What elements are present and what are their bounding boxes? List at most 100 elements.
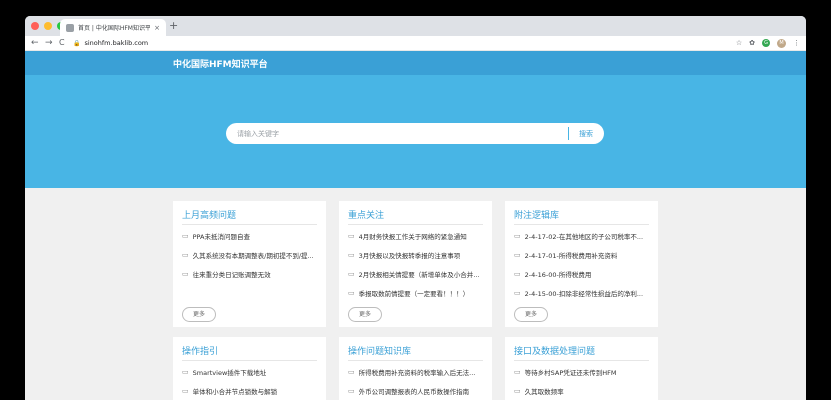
list-item[interactable]: ▭ 久其系统没有本期调整表/期初提不到/提... (182, 249, 317, 261)
site-title[interactable]: 中化国际HFM知识平台 (173, 57, 268, 70)
back-icon[interactable]: ← (31, 37, 39, 49)
grammarly-extension-icon[interactable]: G (762, 39, 770, 47)
folder-icon: ▭ (182, 232, 189, 240)
card-operation-guide: 操作指引 ▭ Smartview插件下载地址 ▭ 单体和小合并节点锁数与解锁 (173, 337, 326, 400)
folder-icon: ▭ (514, 387, 521, 395)
more-button[interactable]: 更多 (182, 307, 216, 322)
item-text[interactable]: 外币公司调整报表的人民币数操作指南 (359, 386, 470, 396)
search-divider (568, 127, 569, 140)
item-text[interactable]: 2-4-15-00-扣除非经常性损益后的净利... (525, 288, 643, 298)
folder-icon: ▭ (182, 368, 189, 376)
list-item[interactable]: ▭ 单体和小合并节点锁数与解锁 (182, 385, 317, 397)
folder-icon: ▭ (182, 387, 189, 395)
list-item[interactable]: ▭ 4月财务快报工作关于网络的紧急通知 (348, 230, 483, 242)
card-divider (514, 360, 649, 361)
minimize-window-button[interactable] (44, 22, 52, 30)
folder-icon: ▭ (182, 251, 189, 259)
folder-icon: ▭ (348, 368, 355, 376)
card-title[interactable]: 操作指引 (182, 344, 218, 357)
browser-window: 首页 | 中化国际HFM知识平台 × + ← → C 🔒 sinohfm.bak… (25, 16, 806, 400)
folder-icon: ▭ (514, 232, 521, 240)
item-text[interactable]: 单体和小合并节点锁数与解锁 (193, 386, 278, 396)
card-title[interactable]: 附注逻辑库 (514, 208, 559, 221)
card-divider (348, 224, 483, 225)
new-tab-button[interactable]: + (169, 19, 178, 33)
lock-icon: 🔒 (73, 39, 81, 47)
site-header: 中化国际HFM知识平台 (25, 51, 806, 75)
item-text[interactable]: Smartview插件下载地址 (193, 367, 267, 377)
item-text[interactable]: 等待乡村SAP凭证还未传到HFM (525, 367, 617, 377)
item-text[interactable]: 往来重分类日记账调整无效 (193, 269, 271, 279)
folder-icon: ▭ (514, 270, 521, 278)
list-item[interactable]: ▭ 2-4-16-00-所得税费用 (514, 268, 649, 280)
folder-icon: ▭ (514, 368, 521, 376)
address-bar[interactable]: 🔒 sinohfm.baklib.com (73, 37, 748, 49)
menu-icon[interactable]: ⋮ (793, 38, 800, 48)
list-item[interactable]: ▭ PPA未抵消问题自查 (182, 230, 317, 242)
folder-icon: ▭ (348, 232, 355, 240)
folder-icon: ▭ (514, 289, 521, 297)
list-item[interactable]: ▭ 2-4-17-02-在其他地区的子公司税率不... (514, 230, 649, 242)
url-text[interactable]: sinohfm.baklib.com (84, 39, 148, 47)
list-item[interactable]: ▭ 3月快报以及快报转季报的注意事项 (348, 249, 483, 261)
item-text[interactable]: 久其取数频率 (525, 386, 564, 396)
browser-toolbar: ← → C 🔒 sinohfm.baklib.com ☆ ✿ G M ⋮ (25, 36, 806, 51)
item-text[interactable]: 2-4-17-02-在其他地区的子公司税率不... (525, 231, 643, 241)
card-notes-logic: 附注逻辑库 ▭ 2-4-17-02-在其他地区的子公司税率不... ▭ 2-4-17… (505, 201, 658, 327)
list-item[interactable]: ▭ 2-4-15-00-扣除非经常性损益后的净利... (514, 287, 649, 299)
folder-icon: ▭ (348, 270, 355, 278)
folder-icon: ▭ (514, 251, 521, 259)
card-operation-kb: 操作问题知识库 ▭ 所得税费用补充资料的税率输入后无法... ▭ 外币公司调整报表的… (339, 337, 492, 400)
more-button[interactable]: 更多 (514, 307, 548, 322)
folder-icon: ▭ (182, 270, 189, 278)
item-text[interactable]: 2-4-16-00-所得税费用 (525, 269, 592, 279)
item-text[interactable]: 季报取数前情提要（一定要看！！！） (359, 288, 470, 298)
item-text[interactable]: 久其系统没有本期调整表/期初提不到/提... (193, 250, 314, 260)
tab-title: 首页 | 中化国际HFM知识平台 (78, 25, 151, 32)
card-title[interactable]: 操作问题知识库 (348, 344, 411, 357)
card-divider (182, 224, 317, 225)
folder-icon: ▭ (348, 251, 355, 259)
card-monthly-faq: 上月高频问题 ▭ PPA未抵消问题自查 ▭ 久其系统没有本期调整表/期初提不到/提.… (173, 201, 326, 327)
card-title[interactable]: 上月高频问题 (182, 208, 236, 221)
card-title[interactable]: 接口及数据处理问题 (514, 344, 595, 357)
content-area: 上月高频问题 ▭ PPA未抵消问题自查 ▭ 久其系统没有本期调整表/期初提不到/提.… (25, 188, 806, 400)
search-input[interactable]: 请输入关键字 (237, 129, 279, 139)
list-item[interactable]: ▭ 2月快报相关情提要（新增单体及小合并抵... (348, 268, 483, 280)
card-divider (182, 360, 317, 361)
page-favicon-icon (66, 23, 74, 32)
list-item[interactable]: ▭ 等待乡村SAP凭证还未传到HFM (514, 366, 649, 378)
folder-icon: ▭ (348, 387, 355, 395)
search-button[interactable]: 搜索 (579, 129, 593, 139)
list-item[interactable]: ▭ 所得税费用补充资料的税率输入后无法... (348, 366, 483, 378)
item-text[interactable]: 2-4-17-01-所得税费用补充资料 (525, 250, 618, 260)
item-text[interactable]: 所得税费用补充资料的税率输入后无法... (359, 367, 476, 377)
profile-avatar[interactable]: M (777, 38, 786, 48)
bookmark-star-icon[interactable]: ☆ (736, 38, 742, 48)
card-title[interactable]: 重点关注 (348, 208, 384, 221)
forward-icon[interactable]: → (45, 37, 53, 49)
item-text[interactable]: 3月快报以及快报转季报的注意事项 (359, 250, 461, 260)
folder-icon: ▭ (348, 289, 355, 297)
close-window-button[interactable] (31, 22, 39, 30)
item-text[interactable]: 4月财务快报工作关于网络的紧急通知 (359, 231, 467, 241)
card-interface-data: 接口及数据处理问题 ▭ 等待乡村SAP凭证还未传到HFM ▭ 久其取数频率 (505, 337, 658, 400)
list-item[interactable]: ▭ 外币公司调整报表的人民币数操作指南 (348, 385, 483, 397)
browser-tab[interactable]: 首页 | 中化国际HFM知识平台 × (60, 19, 166, 36)
reload-icon[interactable]: C (59, 37, 65, 49)
toolbar-icons: ☆ ✿ G M ⋮ (736, 38, 800, 48)
list-item[interactable]: ▭ Smartview插件下载地址 (182, 366, 317, 378)
list-item[interactable]: ▭ 往来重分类日记账调整无效 (182, 268, 317, 280)
list-item[interactable]: ▭ 久其取数频率 (514, 385, 649, 397)
item-text[interactable]: 2月快报相关情提要（新增单体及小合并抵... (359, 269, 483, 279)
list-item[interactable]: ▭ 2-4-17-01-所得税费用补充资料 (514, 249, 649, 261)
list-item[interactable]: ▭ 季报取数前情提要（一定要看！！！） (348, 287, 483, 299)
search-banner: 请输入关键字 搜索 (25, 75, 806, 188)
card-divider (514, 224, 649, 225)
extension-icon[interactable]: ✿ (749, 38, 755, 48)
search-box[interactable]: 请输入关键字 搜索 (226, 123, 604, 144)
card-key-focus: 重点关注 ▭ 4月财务快报工作关于网络的紧急通知 ▭ 3月快报以及快报转季报的注意事… (339, 201, 492, 327)
tab-close-icon[interactable]: × (154, 24, 160, 32)
more-button[interactable]: 更多 (348, 307, 382, 322)
item-text[interactable]: PPA未抵消问题自查 (193, 231, 250, 241)
